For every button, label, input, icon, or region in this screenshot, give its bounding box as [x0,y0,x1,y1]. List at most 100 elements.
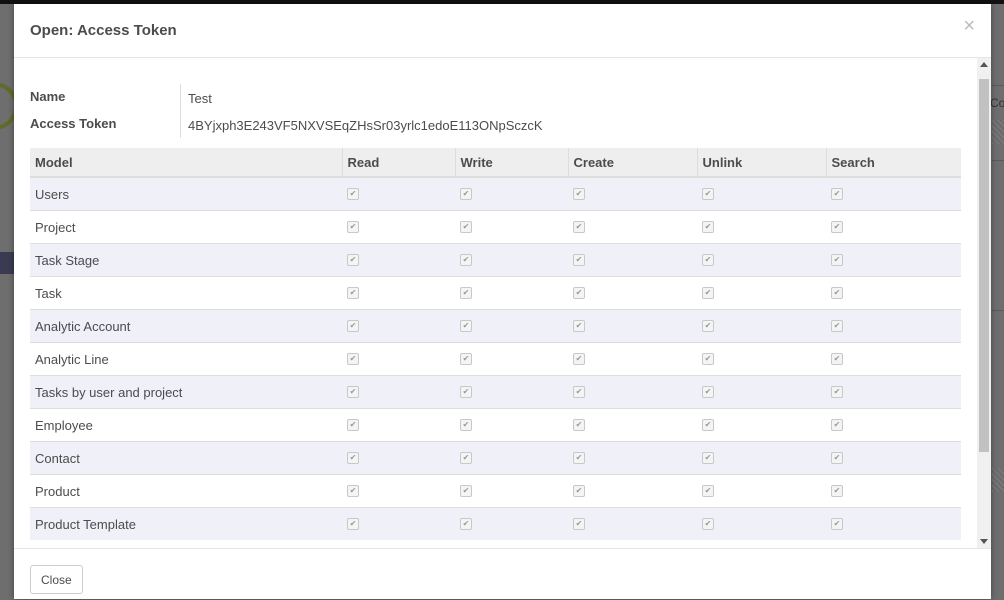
scroll-up-arrow-icon[interactable] [980,62,988,67]
table-row[interactable]: Project ✔ ✔ ✔ ✔ ✔ [30,210,961,244]
create-checkbox[interactable]: ✔ [573,353,585,366]
unlink-checkbox[interactable]: ✔ [702,254,714,267]
scroll-down-arrow-icon[interactable] [980,539,988,544]
search-checkbox[interactable]: ✔ [831,518,843,531]
create-cell: ✔ [568,375,697,409]
create-checkbox[interactable]: ✔ [573,221,585,234]
read-cell: ✔ [342,309,455,343]
search-checkbox[interactable]: ✔ [831,353,843,366]
unlink-checkbox[interactable]: ✔ [702,419,714,432]
read-checkbox[interactable]: ✔ [347,221,359,234]
read-checkbox[interactable]: ✔ [347,419,359,432]
unlink-checkbox[interactable]: ✔ [702,485,714,498]
close-icon[interactable]: × [963,16,975,36]
search-checkbox[interactable]: ✔ [831,485,843,498]
read-checkbox[interactable]: ✔ [347,353,359,366]
table-row[interactable]: Employee ✔ ✔ ✔ ✔ ✔ [30,408,961,442]
write-checkbox[interactable]: ✔ [460,452,472,465]
write-checkbox[interactable]: ✔ [460,287,472,300]
read-checkbox[interactable]: ✔ [347,320,359,333]
read-checkbox[interactable]: ✔ [347,287,359,300]
close-button[interactable]: Close [30,565,83,594]
table-row[interactable]: Contact ✔ ✔ ✔ ✔ ✔ [30,441,961,475]
read-checkbox[interactable]: ✔ [347,386,359,399]
write-checkbox[interactable]: ✔ [460,221,472,234]
column-header-create[interactable]: Create [567,148,697,178]
search-cell: ✔ [826,375,961,409]
create-checkbox[interactable]: ✔ [573,452,585,465]
background-divider [992,160,1004,161]
unlink-checkbox[interactable]: ✔ [702,353,714,366]
search-checkbox[interactable]: ✔ [831,452,843,465]
search-cell: ✔ [826,507,961,540]
background-nav-block [0,252,14,274]
search-checkbox[interactable]: ✔ [831,188,843,201]
read-checkbox[interactable]: ✔ [347,254,359,267]
table-row[interactable]: Tasks by user and project ✔ ✔ ✔ ✔ ✔ [30,375,961,409]
column-header-write[interactable]: Write [454,148,568,178]
write-checkbox[interactable]: ✔ [460,320,472,333]
table-row[interactable]: Task ✔ ✔ ✔ ✔ ✔ [30,276,961,310]
column-header-read[interactable]: Read [341,148,455,178]
column-header-search[interactable]: Search [825,148,961,178]
create-checkbox[interactable]: ✔ [573,320,585,333]
read-checkbox[interactable]: ✔ [347,188,359,201]
create-checkbox[interactable]: ✔ [573,188,585,201]
unlink-checkbox[interactable]: ✔ [702,287,714,300]
table-row[interactable]: Product Template ✔ ✔ ✔ ✔ ✔ [30,507,961,540]
unlink-cell: ✔ [697,408,826,442]
model-cell: Project [30,210,342,244]
search-checkbox[interactable]: ✔ [831,320,843,333]
unlink-checkbox[interactable]: ✔ [702,452,714,465]
scroll-thumb[interactable] [979,79,989,452]
table-row[interactable]: Analytic Line ✔ ✔ ✔ ✔ ✔ [30,342,961,376]
unlink-cell: ✔ [697,342,826,376]
table-row[interactable]: Analytic Account ✔ ✔ ✔ ✔ ✔ [30,309,961,343]
write-checkbox[interactable]: ✔ [460,188,472,201]
create-cell: ✔ [568,243,697,277]
create-checkbox[interactable]: ✔ [573,287,585,300]
create-cell: ✔ [568,507,697,540]
write-checkbox[interactable]: ✔ [460,485,472,498]
search-checkbox[interactable]: ✔ [831,254,843,267]
create-checkbox[interactable]: ✔ [573,485,585,498]
unlink-checkbox[interactable]: ✔ [702,518,714,531]
read-cell: ✔ [342,474,455,508]
unlink-checkbox[interactable]: ✔ [702,386,714,399]
table-row[interactable]: Users ✔ ✔ ✔ ✔ ✔ [30,176,961,211]
read-checkbox[interactable]: ✔ [347,485,359,498]
write-checkbox[interactable]: ✔ [460,353,472,366]
access-token-value: 4BYjxph3E243VF5NXVSEqZHsSr03yrlc1edoE113… [188,118,543,133]
write-cell: ✔ [455,375,568,409]
column-header-model[interactable]: Model [30,148,342,178]
dialog-scrollbar[interactable] [977,58,991,548]
write-checkbox[interactable]: ✔ [460,254,472,267]
read-checkbox[interactable]: ✔ [347,518,359,531]
unlink-checkbox[interactable]: ✔ [702,188,714,201]
table-row[interactable]: Task Stage ✔ ✔ ✔ ✔ ✔ [30,243,961,277]
create-checkbox[interactable]: ✔ [573,254,585,267]
search-checkbox[interactable]: ✔ [831,386,843,399]
search-checkbox[interactable]: ✔ [831,419,843,432]
column-header-unlink[interactable]: Unlink [696,148,826,178]
search-checkbox[interactable]: ✔ [831,287,843,300]
create-checkbox[interactable]: ✔ [573,419,585,432]
unlink-checkbox[interactable]: ✔ [702,320,714,333]
write-checkbox[interactable]: ✔ [460,518,472,531]
unlink-cell: ✔ [697,309,826,343]
write-checkbox[interactable]: ✔ [460,386,472,399]
unlink-checkbox[interactable]: ✔ [702,221,714,234]
create-cell: ✔ [568,441,697,475]
create-checkbox[interactable]: ✔ [573,386,585,399]
write-cell: ✔ [455,176,568,211]
model-cell: Employee [30,408,342,442]
access-token-label: Access Token [30,116,117,131]
table-row[interactable]: Product ✔ ✔ ✔ ✔ ✔ [30,474,961,508]
search-checkbox[interactable]: ✔ [831,221,843,234]
table-header-row: Model Read Write Create Unlink Search [30,148,961,178]
read-checkbox[interactable]: ✔ [347,452,359,465]
search-cell: ✔ [826,210,961,244]
search-cell: ✔ [826,243,961,277]
create-checkbox[interactable]: ✔ [573,518,585,531]
write-checkbox[interactable]: ✔ [460,419,472,432]
